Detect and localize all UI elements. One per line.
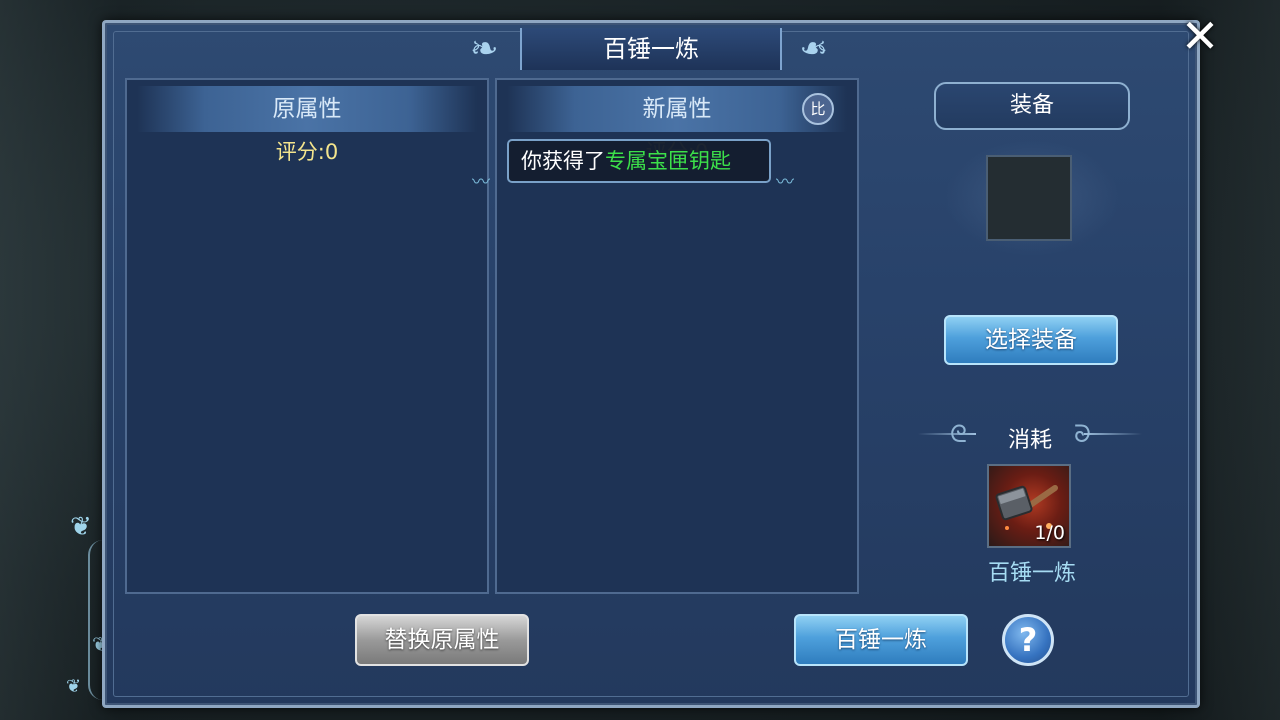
toast-prefix: 你获得了 xyxy=(521,149,605,173)
select-equipment-button[interactable]: 选择装备 xyxy=(944,315,1118,365)
consume-divider-right xyxy=(1084,433,1142,435)
original-attributes-header: 原属性 xyxy=(137,86,477,132)
consume-item-slot[interactable]: 1/0 xyxy=(987,464,1071,548)
toast-ornament-left: 〰 xyxy=(472,172,490,193)
butterfly-icon: ❦ xyxy=(66,676,82,697)
original-attributes-panel: 原属性 评分:0 xyxy=(125,78,489,594)
toast-item-name: 专属宝匣钥匙 xyxy=(605,149,731,173)
help-icon[interactable]: ? xyxy=(1002,614,1054,666)
reward-toast: 你获得了专属宝匣钥匙 xyxy=(507,139,771,183)
consume-label: 消耗 xyxy=(1007,428,1052,453)
original-score: 评分:0 xyxy=(275,140,339,164)
forge-button[interactable]: 百锤一炼 xyxy=(794,614,968,666)
consume-item-count: 1/0 xyxy=(1034,522,1065,544)
new-attributes-header: 新属性 xyxy=(507,86,847,132)
close-icon[interactable]: ✕ xyxy=(1178,13,1222,59)
consume-item-name: 百锤一炼 xyxy=(987,561,1076,586)
equipment-label: 装备 xyxy=(934,82,1130,130)
compare-button[interactable]: 比 xyxy=(802,93,834,125)
toast-ornament-right: 〰 xyxy=(776,172,794,193)
butterfly-icon: ❦ xyxy=(70,512,92,542)
window-title: 百锤一炼 xyxy=(520,28,782,70)
consume-divider-left xyxy=(918,433,976,435)
replace-attributes-button[interactable]: 替换原属性 xyxy=(355,614,529,666)
consume-ornament-left: ᘓ xyxy=(950,420,967,448)
equipment-slot[interactable] xyxy=(986,155,1072,241)
